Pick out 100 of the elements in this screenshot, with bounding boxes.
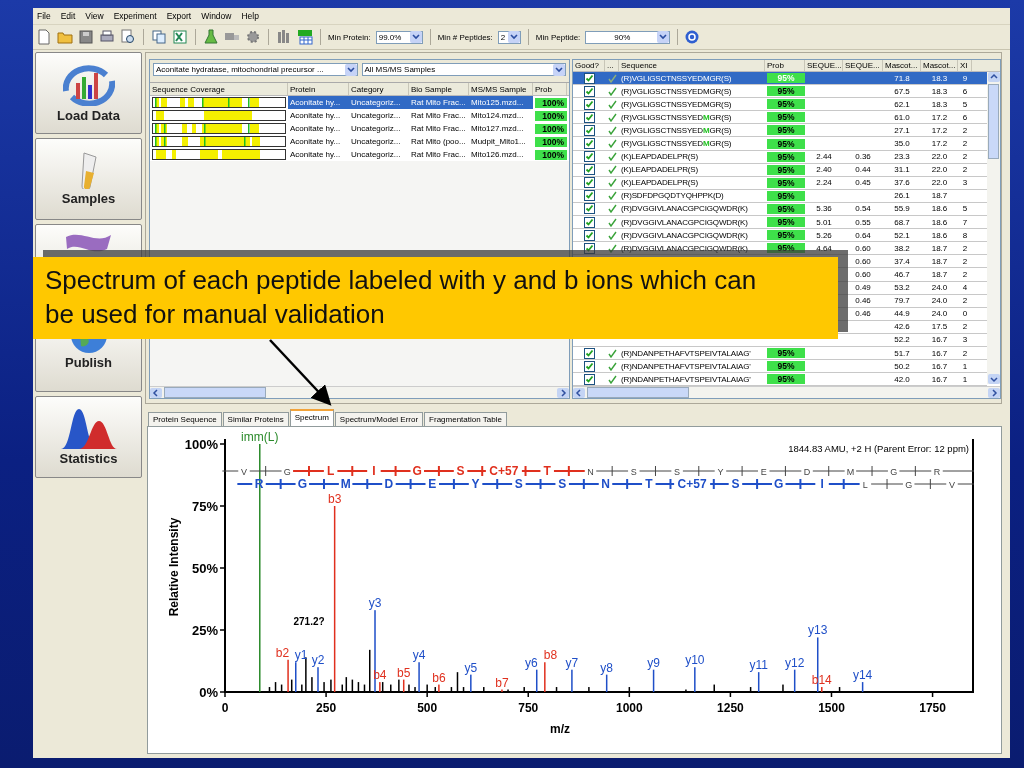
- column-header[interactable]: Category: [349, 83, 409, 95]
- axis-title: m/z: [550, 722, 570, 736]
- table-cell: Rat Mito Frac...: [409, 96, 469, 109]
- filter-dropdown[interactable]: 2: [497, 30, 521, 44]
- table-row[interactable]: Aconitate hy... Uncategoriz... Rat Mito Frac... Mito124.mzd... 100%: [150, 109, 569, 122]
- table-cell: 0.45: [855, 178, 871, 188]
- table-row[interactable]: (K)LEAPDADELPR(S) 95% 2.40 0.44 31.1 22.0 2: [573, 163, 987, 177]
- column-header[interactable]: Prob: [533, 83, 567, 95]
- table-cell: 2: [962, 296, 968, 306]
- protein-dropdown[interactable]: Aconitate hydratase, mitochondrial precursor ...: [153, 63, 358, 76]
- sidebar-button[interactable]: Statistics: [35, 396, 142, 478]
- table-cell: 0: [962, 309, 968, 319]
- table-cell: (R)NDANPETHAFVTSPEIVTALAIAG': [621, 361, 751, 371]
- tick-label: 250: [316, 701, 337, 715]
- table-cell: 0.60: [855, 256, 871, 266]
- table-cell: 46.7: [894, 269, 910, 279]
- table-row[interactable]: (K)LEAPDADELPR(S) 95% 2.24 0.45 37.6 22.0 3: [573, 176, 987, 190]
- table-cell: (R)DVGGIVLANACGPCIGQWDR(K): [621, 217, 748, 227]
- table-row[interactable]: (R)DVGGIVLANACGPCIGQWDR(K) 95% 5.01 0.55 68.7 18.6 7: [573, 216, 987, 230]
- table-cell: 35.0: [894, 139, 910, 148]
- table-cell: 3: [962, 178, 968, 188]
- menu-item[interactable]: Edit: [60, 11, 76, 21]
- column-header[interactable]: Mascot...: [921, 60, 958, 71]
- column-header[interactable]: Mascot...: [883, 60, 921, 71]
- column-header[interactable]: Sequence Coverage: [150, 83, 288, 95]
- table-row[interactable]: (R)NDANPETHAFVTSPEIVTALAIAG' 95% 51.7 16.7 2: [573, 346, 987, 361]
- table-cell: 8: [962, 230, 968, 240]
- table-row[interactable]: (R)VGLIGSCTNSSYEDMGR(S) 95% 71.8 18.3 9: [573, 72, 987, 86]
- table-cell: 50.2: [894, 361, 910, 371]
- table-cell: 2.44: [816, 152, 832, 162]
- table-cell: 17.5: [931, 322, 948, 332]
- residue-label: Y: [717, 467, 724, 477]
- table-cell: 2: [962, 269, 968, 279]
- sidebar-button[interactable]: Samples: [35, 138, 142, 220]
- column-header[interactable]: SEQUE...: [805, 60, 843, 71]
- table-row[interactable]: (R)VGLIGSCTNSSYEDMGR(S) 95% 35.0 17.2 2: [573, 137, 987, 151]
- table-row[interactable]: (R)VGLIGSCTNSSYEDMGR(S) 95% 62.1 18.3 5: [573, 98, 987, 112]
- menu-item[interactable]: Experiment: [113, 11, 157, 21]
- table-row[interactable]: (R)VGLIGSCTNSSYEDMGR(S) 95% 67.5 18.3 6: [573, 85, 987, 99]
- tab[interactable]: Fragmentation Table: [424, 412, 507, 426]
- table-cell: 5.26: [816, 230, 832, 240]
- table-row[interactable]: (K)LEAPDADELPR(S) 95% 2.44 0.36 23.3 22.0 2: [573, 150, 987, 164]
- table-row[interactable]: (R)NDANPETHAFVTSPEIVTALAIAG' 95% 50.2 16.7 1: [573, 360, 987, 374]
- sample-dropdown[interactable]: All MS/MS Samples: [361, 63, 566, 76]
- peak-label: b8: [543, 648, 558, 663]
- table-cell: (K)LEAPDADELPR(S): [621, 152, 699, 162]
- table-row[interactable]: (R)SDFDPGQDTYQHPPK(D) 95% 26.1 18.7: [573, 189, 987, 203]
- table-cell: 6: [962, 112, 968, 122]
- menu-item[interactable]: Export: [166, 11, 192, 21]
- table-cell: 37.6: [894, 178, 910, 188]
- column-header[interactable]: Sequence: [619, 60, 765, 71]
- tab[interactable]: Similar Proteins: [222, 412, 289, 426]
- peak-label: y1: [294, 648, 308, 663]
- table-cell-text: Mito127.mzd...: [470, 124, 525, 133]
- filter-dropdown[interactable]: 99.0%: [375, 30, 423, 44]
- table-cell: 22.0: [931, 152, 948, 162]
- menu-item[interactable]: Help: [241, 11, 259, 21]
- tab[interactable]: Spectrum/Model Error: [334, 412, 424, 426]
- tick-label: 0%: [199, 685, 218, 700]
- table-cell: (K)LEAPDADELPR(S): [621, 165, 699, 175]
- table-row[interactable]: (R)DVGGIVLANACGPCIGQWDR(K) 95% 5.26 0.64 52.1 18.6 8: [573, 229, 987, 243]
- column-header[interactable]: Good?: [573, 60, 605, 71]
- filter-dropdown[interactable]: 90%: [585, 30, 671, 44]
- probability-cell: 95%: [767, 243, 805, 254]
- table-cell: 0.46: [855, 309, 871, 319]
- table-row[interactable]: Aconitate hy... Uncategoriz... Rat Mito Frac... Mito126.mzd... 100%: [150, 148, 569, 161]
- table-row[interactable]: Aconitate hy... Uncategoriz... Rat Mito Frac... Mito127.mzd... 100%: [150, 122, 569, 135]
- residue-label: V: [241, 467, 247, 477]
- table-cell: (R)DVGGIVLANACGPCIGQWDR(K): [621, 230, 748, 240]
- table-row[interactable]: (R)DVGGIVLANACGPCIGQWDR(K) 95% 5.36 0.54 55.9 18.6 5: [573, 202, 987, 217]
- probability-cell: 95%: [767, 125, 805, 136]
- column-header[interactable]: Bio Sample: [409, 83, 469, 95]
- probability-cell: 95%: [767, 230, 805, 241]
- table-cell: 62.1: [894, 99, 910, 109]
- peak-label: y4: [412, 648, 426, 663]
- table-cell: 31.1: [894, 165, 910, 175]
- column-header[interactable]: MS/MS Sample: [469, 83, 533, 95]
- probability-cell: 95%: [767, 138, 805, 149]
- table-row[interactable]: (R)VGLIGSCTNSSYEDMGR(S) 95% 27.1 17.2 2: [573, 124, 987, 138]
- column-header[interactable]: Prob: [765, 60, 805, 71]
- table-cell-text: Aconitate hy...: [289, 111, 342, 120]
- probability-cell: 100%: [535, 149, 567, 160]
- table-row[interactable]: (R)VGLIGSCTNSSYEDMGR(S) 95% 61.0 17.2 6: [573, 111, 987, 125]
- table-row[interactable]: Aconitate hy... Uncategoriz... Rat Mito (poo... Mudpit_Mito1... 100%: [150, 135, 569, 148]
- table-cell: 2: [962, 125, 968, 135]
- table-row[interactable]: Aconitate hy... Uncategoriz... Rat Mito Frac... Mito125.mzd... 100%: [150, 96, 569, 109]
- menu-item[interactable]: View: [85, 11, 104, 21]
- sidebar-button[interactable]: Load Data: [35, 52, 142, 134]
- table-cell: 18.7: [931, 269, 948, 279]
- column-header[interactable]: Protein: [288, 83, 349, 95]
- table-cell: 6: [962, 86, 968, 96]
- tab[interactable]: Spectrum: [289, 409, 334, 426]
- residue-label: S: [630, 467, 637, 477]
- tab[interactable]: Protein Sequence: [148, 412, 222, 426]
- column-header[interactable]: SEQUE...: [843, 60, 883, 71]
- peak-label: imm(L): [241, 430, 279, 444]
- menu-item[interactable]: Window: [201, 11, 232, 21]
- column-header[interactable]: ...: [605, 60, 619, 71]
- column-header[interactable]: XI: [958, 60, 972, 71]
- menu-item[interactable]: File: [37, 11, 51, 21]
